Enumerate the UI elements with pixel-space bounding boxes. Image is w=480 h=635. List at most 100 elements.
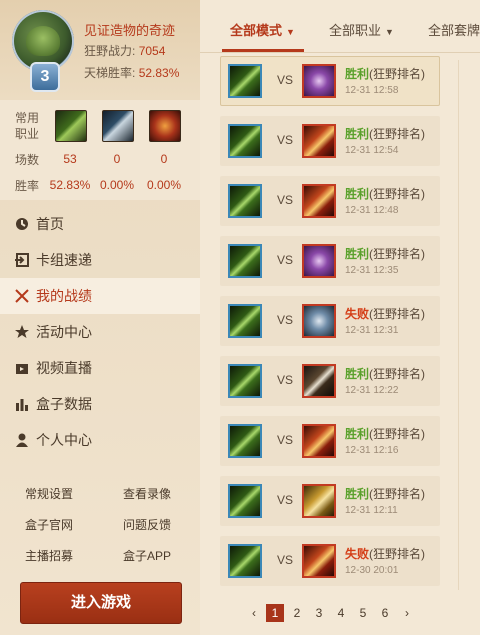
player-hero-icon (228, 124, 262, 158)
login-arrow-icon (15, 253, 29, 267)
scrollbar-track[interactable] (458, 60, 459, 590)
match-result: 胜利(狂野排名) (345, 185, 425, 202)
result-label: 胜利 (345, 67, 370, 81)
prev-page-button[interactable]: ‹ (245, 604, 263, 622)
warrior-sword-icon[interactable] (102, 110, 134, 142)
star-icon (15, 325, 29, 338)
vs-label: VS (277, 133, 294, 147)
page-button[interactable]: 2 (288, 604, 306, 622)
class-games-1: 53 (63, 152, 77, 166)
result-label: 胜利 (345, 427, 370, 441)
tab-all-modes[interactable]: 全部模式 ▼ (230, 20, 295, 39)
page-button[interactable]: 4 (332, 604, 350, 622)
vs-label: VS (277, 373, 294, 387)
opponent-hero-icon (302, 124, 336, 158)
tab-label: 全部职业 (329, 23, 382, 38)
match-row[interactable]: VS 胜利(狂野排名) 12-31 12:48 (220, 176, 440, 226)
mode-label: (狂野排名) (369, 487, 426, 501)
match-row[interactable]: VS 胜利(狂野排名) 12-31 12:16 (220, 416, 440, 466)
main-panel: 全部模式 ▼ 全部职业 ▼ 全部套牌 VS 胜利(狂野排名) 12-31 12:58 VS… (200, 0, 480, 635)
match-time: 12-31 12:35 (345, 265, 399, 276)
nav-item-data[interactable]: 盒子数据 (0, 386, 200, 422)
player-hero-icon (228, 544, 262, 578)
mode-label: (狂野排名) (369, 427, 426, 441)
winrate-label: 胜率 (15, 179, 40, 193)
opponent-hero-icon (302, 304, 336, 338)
vs-label: VS (277, 253, 294, 267)
goblin-portrait-icon (26, 26, 60, 56)
mode-label: (狂野排名) (369, 127, 426, 141)
match-row[interactable]: VS 失败(狂野排名) 12-31 12:31 (220, 296, 440, 346)
avatar[interactable]: 3 (12, 10, 76, 92)
nav-item-video[interactable]: 视频直播 (0, 350, 200, 386)
nav-item-profile[interactable]: 个人中心 (0, 422, 200, 458)
match-row[interactable]: VS 失败(狂野排名) 12-30 20:01 (220, 536, 440, 586)
match-row[interactable]: VS 胜利(狂野排名) 12-31 12:35 (220, 236, 440, 286)
result-label: 胜利 (345, 247, 370, 261)
match-time: 12-31 12:31 (345, 325, 399, 336)
chevron-down-icon: ▼ (286, 27, 295, 37)
match-time: 12-31 12:16 (345, 445, 399, 456)
class-games-3: 0 (160, 152, 168, 166)
sidebar: 3 见证造物的奇迹 狂野战力: 7054 天梯胜率: 52.83% 常用 职业 … (0, 0, 200, 635)
match-result: 胜利(狂野排名) (345, 245, 425, 262)
link-app[interactable]: 盒子APP (123, 547, 171, 564)
bar-chart-icon (16, 399, 28, 411)
tab-label: 全部套牌 (428, 23, 480, 38)
main-nav: 首页 卡组速递 我的战绩 活动中心 视频直播 盒子数据 个人中心 (0, 206, 200, 458)
nav-label: 首页 (36, 216, 64, 232)
nav-item-home[interactable]: 首页 (0, 206, 200, 242)
link-official-site[interactable]: 盒子官网 (25, 516, 73, 533)
page-button[interactable]: 1 (266, 604, 284, 622)
class-label: 职业 (15, 127, 40, 141)
nav-item-events[interactable]: 活动中心 (0, 314, 200, 350)
nav-label: 视频直播 (36, 360, 92, 376)
match-time: 12-31 12:48 (345, 205, 399, 216)
result-label: 胜利 (345, 127, 370, 141)
page-button[interactable]: 6 (376, 604, 394, 622)
player-hero-icon (228, 364, 262, 398)
link-feedback[interactable]: 问题反馈 (123, 516, 171, 533)
player-hero-icon (228, 184, 262, 218)
tab-all-decks[interactable]: 全部套牌 (428, 20, 480, 39)
mode-label: (狂野排名) (369, 247, 426, 261)
nav-item-deck-express[interactable]: 卡组速递 (0, 242, 200, 278)
common-class-label: 常用 职业 (15, 110, 39, 142)
opponent-hero-icon (302, 64, 336, 98)
link-replays[interactable]: 查看录像 (123, 485, 171, 502)
player-hero-icon (228, 484, 262, 518)
page-button[interactable]: 3 (310, 604, 328, 622)
druid-claw-icon[interactable] (55, 110, 87, 142)
match-row[interactable]: VS 胜利(狂野排名) 12-31 12:58 (220, 56, 440, 106)
wild-power-label: 狂野战力: (84, 44, 136, 58)
match-time: 12-31 12:58 (345, 85, 399, 96)
opponent-hero-icon (302, 184, 336, 218)
match-row[interactable]: VS 胜利(狂野排名) 12-31 12:11 (220, 476, 440, 526)
match-time: 12-31 12:54 (345, 145, 399, 156)
match-time: 12-31 12:11 (345, 505, 398, 516)
enter-game-button[interactable]: 进入游戏 (20, 582, 182, 624)
match-row[interactable]: VS 胜利(狂野排名) 12-31 12:54 (220, 116, 440, 166)
class-winrate-3: 0.00% (146, 178, 182, 192)
tab-all-classes[interactable]: 全部职业 ▼ (329, 20, 394, 39)
level-badge: 3 (30, 62, 60, 92)
mode-label: (狂野排名) (369, 67, 426, 81)
player-hero-icon (228, 424, 262, 458)
demon-hunter-icon[interactable] (149, 110, 181, 142)
next-page-button[interactable]: › (398, 604, 416, 622)
vs-label: VS (277, 193, 294, 207)
link-settings[interactable]: 常规设置 (25, 485, 73, 502)
mode-label: (狂野排名) (369, 367, 426, 381)
player-hero-icon (228, 304, 262, 338)
match-result: 失败(狂野排名) (345, 305, 425, 322)
link-streamer-recruit[interactable]: 主播招募 (25, 547, 73, 564)
mode-label: (狂野排名) (369, 187, 426, 201)
class-games-2: 0 (113, 152, 121, 166)
wild-power-stat: 狂野战力: 7054 (84, 42, 165, 59)
page-button[interactable]: 5 (354, 604, 372, 622)
vs-label: VS (277, 493, 294, 507)
games-label: 场数 (15, 153, 40, 167)
nav-item-my-record[interactable]: 我的战绩 (0, 278, 200, 314)
class-stats: 常用 职业 场数 53 0 0 胜率 52.83% 0.00% 0.00% (0, 100, 200, 200)
match-row[interactable]: VS 胜利(狂野排名) 12-31 12:22 (220, 356, 440, 406)
